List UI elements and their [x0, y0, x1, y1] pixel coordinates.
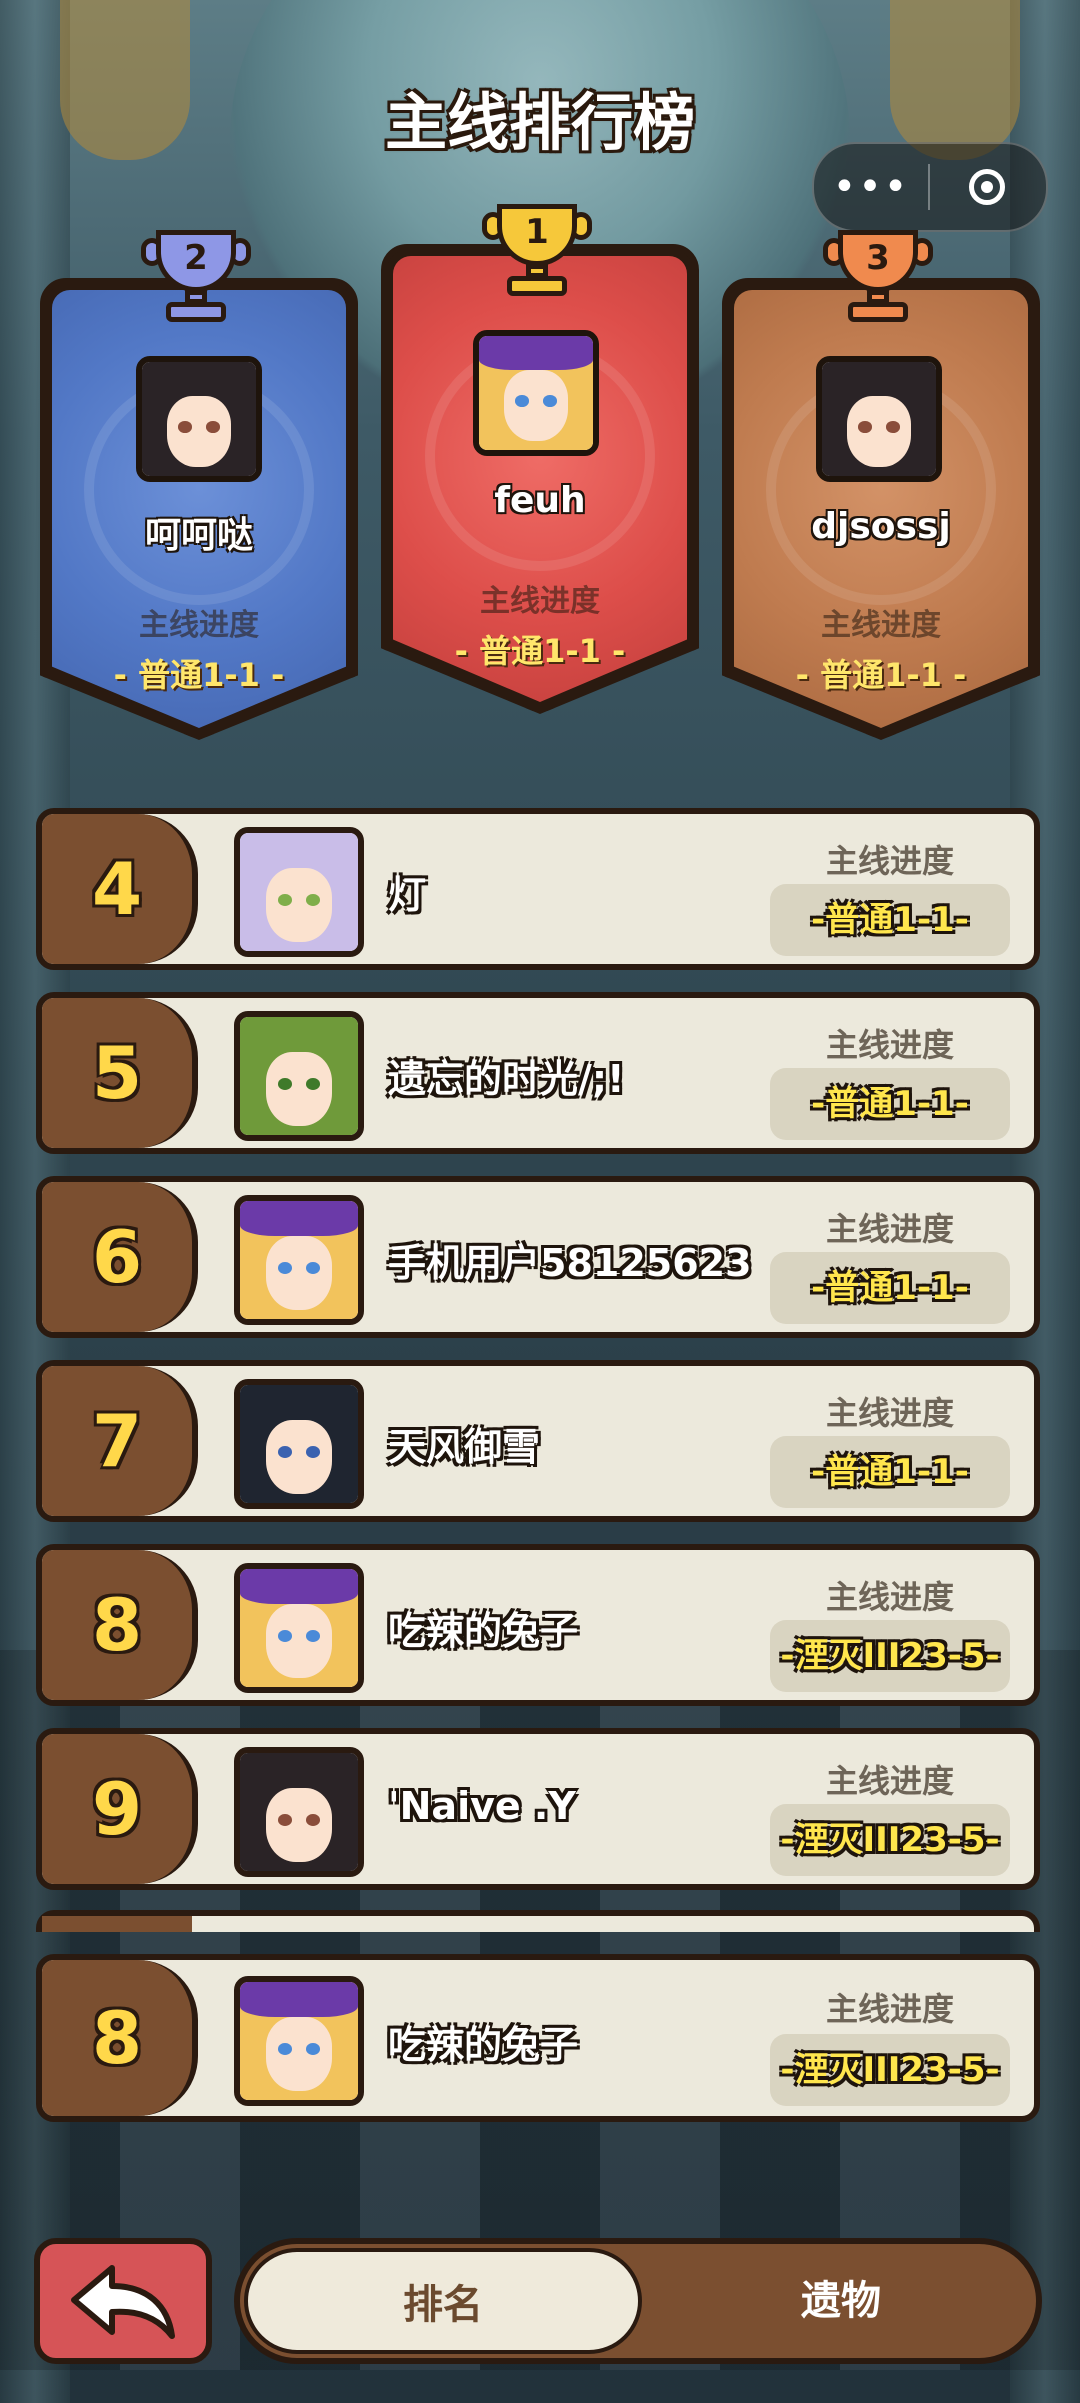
rank-number: 8	[91, 1583, 143, 1667]
bottom-tab-bar: 排名 遗物	[234, 2238, 1042, 2364]
avatar	[234, 1563, 364, 1693]
progress-label: 主线进度	[825, 1394, 954, 1432]
player-name: 手机用户58125623	[388, 1241, 752, 1285]
player-name: 遗忘的时光/;!	[388, 1057, 625, 1101]
podium-rank-number: 2	[184, 238, 208, 278]
mini-program-capsule: •••	[812, 142, 1048, 232]
ranking-row[interactable]: 6 手机用户58125623 主线进度 -普通1-1-	[36, 1176, 1040, 1338]
avatar	[473, 330, 599, 456]
avatar	[234, 827, 364, 957]
player-name: 吃辣的兔子	[388, 1609, 579, 1653]
player-name: 吃辣的兔子	[388, 2023, 579, 2067]
my-rank-row[interactable]: 8 吃辣的兔子 主线进度 -湮灭III23-5-	[36, 1954, 1040, 2122]
ranking-row[interactable]: 8 吃辣的兔子 主线进度 -湮灭III23-5-	[36, 1544, 1040, 1706]
ranking-row-partial	[36, 1910, 1040, 1932]
progress-value: -普通1-1-	[770, 884, 1010, 956]
player-name: 天风御雪	[388, 1425, 541, 1469]
player-name: 'Naive .Y	[388, 1784, 576, 1828]
progress-label: 主线进度	[825, 842, 954, 880]
podium-name: feuh	[494, 480, 586, 521]
podium-progress-value: - 普通1-1 -	[454, 632, 626, 670]
avatar	[816, 356, 942, 482]
avatar	[234, 1379, 364, 1509]
progress-label: 主线进度	[825, 1990, 954, 2028]
avatar	[234, 1011, 364, 1141]
progress-label: 主线进度	[825, 1210, 954, 1248]
progress-value: -普通1-1-	[770, 1068, 1010, 1140]
podium-progress-value: - 普通1-1 -	[795, 656, 967, 694]
ranking-row[interactable]: 5 遗忘的时光/;! 主线进度 -普通1-1-	[36, 992, 1040, 1154]
tab-ranking[interactable]: 排名	[244, 2248, 642, 2354]
avatar	[136, 356, 262, 482]
podium-rank-number: 3	[866, 238, 890, 278]
progress-value: -湮灭III23-5-	[770, 2034, 1010, 2106]
progress-label: 主线进度	[825, 1578, 954, 1616]
progress-value: -普通1-1-	[770, 1252, 1010, 1324]
target-close-icon[interactable]	[930, 169, 1044, 205]
back-button[interactable]	[34, 2238, 212, 2364]
rank-number: 6	[91, 1215, 143, 1299]
podium-rank-number: 1	[525, 212, 549, 252]
rank-number: 4	[91, 847, 143, 931]
ranking-row[interactable]: 4 灯 主线进度 -普通1-1-	[36, 808, 1040, 970]
podium-name: djsossj	[811, 506, 951, 547]
tab-relics[interactable]: 遗物	[642, 2244, 1040, 2358]
player-name: 灯	[388, 873, 427, 917]
podium-progress-label: 主线进度	[480, 584, 600, 619]
gold-trophy-icon: 1	[482, 204, 592, 300]
podium-progress-label: 主线进度	[821, 608, 941, 643]
ranking-row[interactable]: 7 天风御雪 主线进度 -普通1-1-	[36, 1360, 1040, 1522]
progress-value: -湮灭III23-5-	[770, 1620, 1010, 1692]
avatar	[234, 1976, 364, 2106]
rank-number: 5	[91, 1031, 143, 1115]
podium-progress-value: - 普通1-1 -	[113, 656, 285, 694]
podium-name: 呵呵哒	[144, 515, 253, 556]
rank-number: 7	[91, 1399, 143, 1483]
progress-value: -湮灭III23-5-	[770, 1804, 1010, 1876]
podium-progress-label: 主线进度	[139, 608, 259, 643]
more-dots-icon[interactable]: •••	[814, 164, 928, 210]
rank-number: 9	[91, 1767, 143, 1851]
avatar	[234, 1195, 364, 1325]
avatar	[234, 1747, 364, 1877]
rank-number: 8	[91, 1996, 143, 2080]
ranking-row[interactable]: 9 'Naive .Y 主线进度 -湮灭III23-5-	[36, 1728, 1040, 1890]
progress-label: 主线进度	[825, 1762, 954, 1800]
bronze-trophy-icon: 3	[823, 230, 933, 326]
back-arrow-icon	[71, 2265, 175, 2339]
silver-trophy-icon: 2	[141, 230, 251, 326]
progress-label: 主线进度	[825, 1026, 954, 1064]
progress-value: -普通1-1-	[770, 1436, 1010, 1508]
